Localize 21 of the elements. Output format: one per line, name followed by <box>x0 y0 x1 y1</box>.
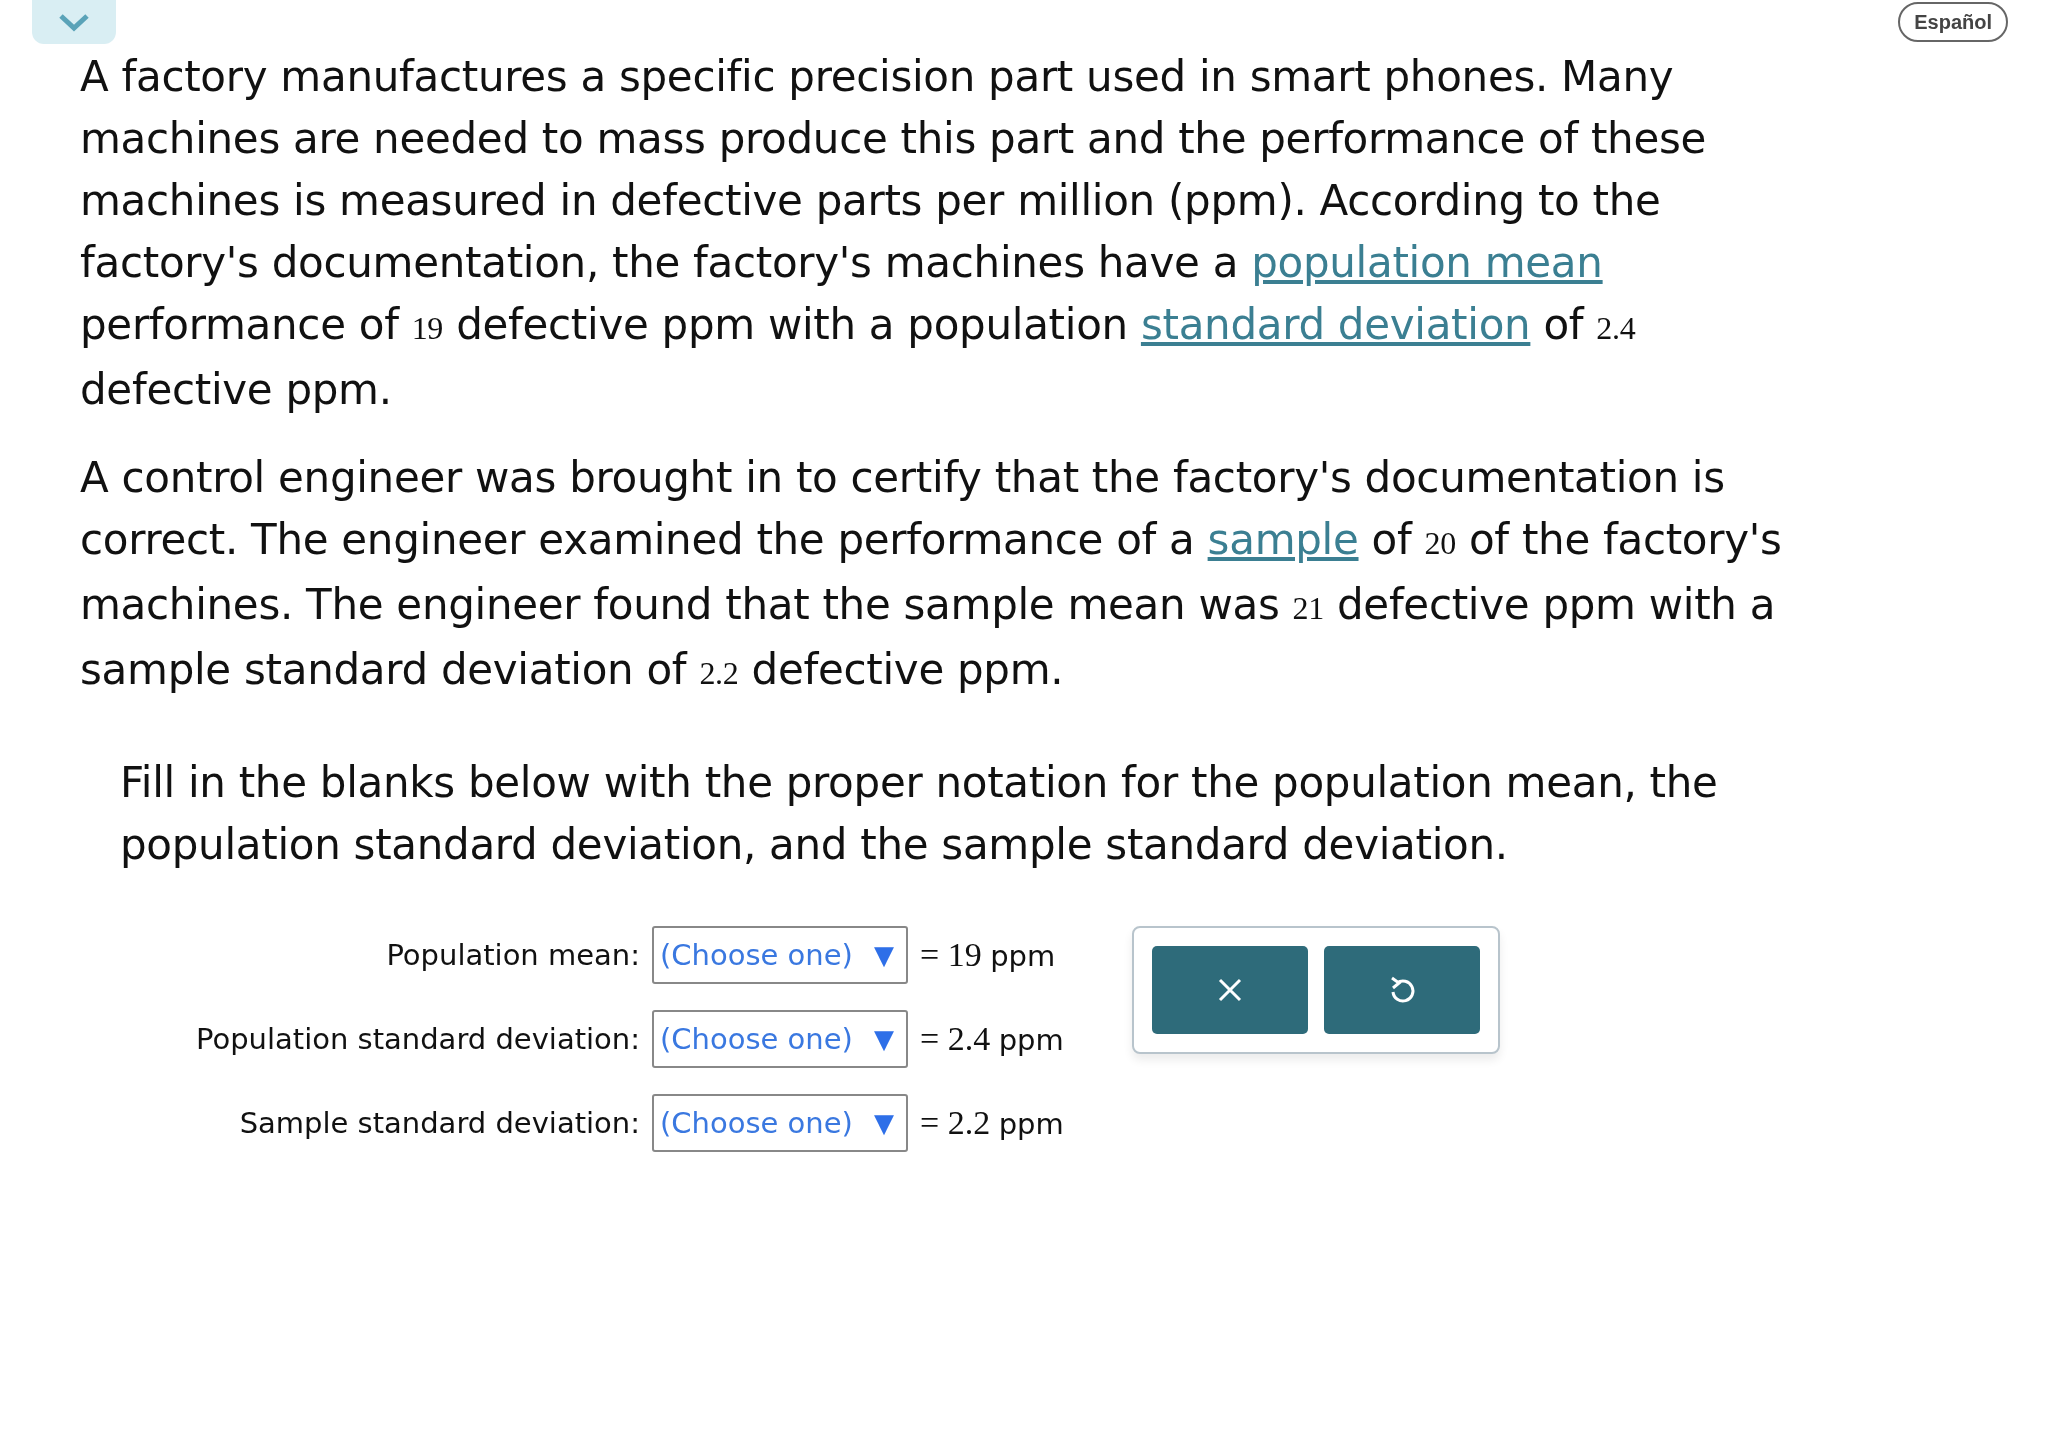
glossary-link[interactable]: population mean <box>1251 238 1603 287</box>
field-label: Population mean: <box>386 938 640 972</box>
value-text: = 2.2 ppm <box>920 1104 1064 1142</box>
glossary-link[interactable]: sample <box>1207 515 1359 564</box>
clear-button[interactable] <box>1151 946 1308 1034</box>
field-label: Sample standard deviation: <box>239 1106 640 1140</box>
language-button[interactable]: Español <box>1898 2 2008 42</box>
glossary-link[interactable]: standard deviation <box>1140 300 1531 349</box>
notation-dropdown[interactable]: (Choose one) ▼ <box>652 926 908 984</box>
chevron-icon <box>57 12 91 32</box>
undo-button[interactable] <box>1323 946 1480 1034</box>
value-text: = 19 ppm <box>920 936 1057 974</box>
collapse-button[interactable] <box>32 0 116 44</box>
value-text: = 2.4 ppm <box>920 1020 1064 1058</box>
problem-paragraph: A control engineer was brought in to certify that the factory's documentation is correct. The engineer examined the performance of a sample of 20 of the factory's machines. The engineer found that the sample mean was 21 defective ppm with a sample standard deviation of 2.2 defective ppm. <box>80 452 1783 696</box>
instruction-text: Fill in the blanks below with the proper notation for the population mean, the population standard deviation, and the sample standard deviation. <box>120 757 1719 871</box>
problem-paragraph: A factory manufactures a specific precision part used in smart phones. Many machines are needed to mass produce this part and the performance of these machines is measured in defective parts per million (ppm). According to the factory's documentation, the factory's machines have a population mean performance of 19 defective ppm with a population standard deviation of 2.4 defective ppm. <box>80 51 1708 416</box>
notation-dropdown[interactable]: (Choose one) ▼ <box>652 1094 908 1152</box>
close-icon <box>1216 977 1243 1003</box>
notation-dropdown[interactable]: (Choose one) ▼ <box>652 1010 908 1068</box>
field-label: Population standard deviation: <box>196 1022 640 1056</box>
